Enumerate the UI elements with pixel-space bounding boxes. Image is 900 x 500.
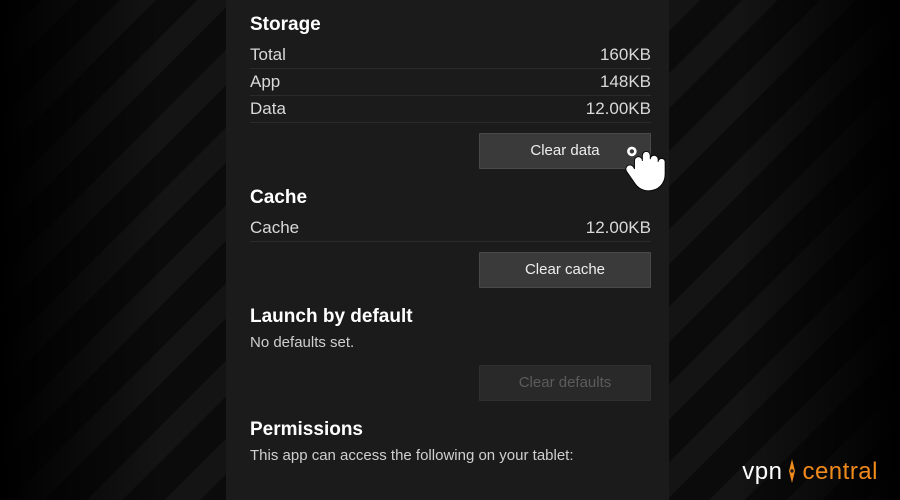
cache-heading: Cache: [250, 187, 651, 209]
clear-cache-button[interactable]: Clear cache: [479, 252, 651, 288]
storage-app-label: App: [250, 72, 280, 92]
storage-row-data: Data 12.00KB: [250, 96, 651, 123]
storage-total-label: Total: [250, 45, 286, 65]
clear-data-button[interactable]: Clear data: [479, 133, 651, 169]
launch-heading: Launch by default: [250, 306, 651, 328]
storage-row-app: App 148KB: [250, 69, 651, 96]
storage-total-value: 160KB: [600, 45, 651, 65]
clear-defaults-button: Clear defaults: [479, 365, 651, 401]
cache-label: Cache: [250, 218, 299, 238]
cache-value: 12.00KB: [586, 218, 651, 238]
permissions-subtext: This app can access the following on you…: [250, 447, 651, 464]
storage-heading: Storage: [250, 14, 651, 36]
watermark-right: central: [802, 458, 878, 486]
storage-row-total: Total 160KB: [250, 42, 651, 69]
permissions-heading: Permissions: [250, 419, 651, 441]
watermark-left: vpn: [742, 458, 782, 486]
cache-row: Cache 12.00KB: [250, 215, 651, 242]
launch-subtext: No defaults set.: [250, 334, 651, 351]
storage-app-value: 148KB: [600, 72, 651, 92]
storage-data-value: 12.00KB: [586, 99, 651, 119]
watermark-logo: vpn central: [742, 458, 878, 486]
app-info-panel: Storage Total 160KB App 148KB Data 12.00…: [226, 0, 669, 500]
storage-data-label: Data: [250, 99, 286, 119]
compass-needle-icon: [783, 458, 801, 484]
